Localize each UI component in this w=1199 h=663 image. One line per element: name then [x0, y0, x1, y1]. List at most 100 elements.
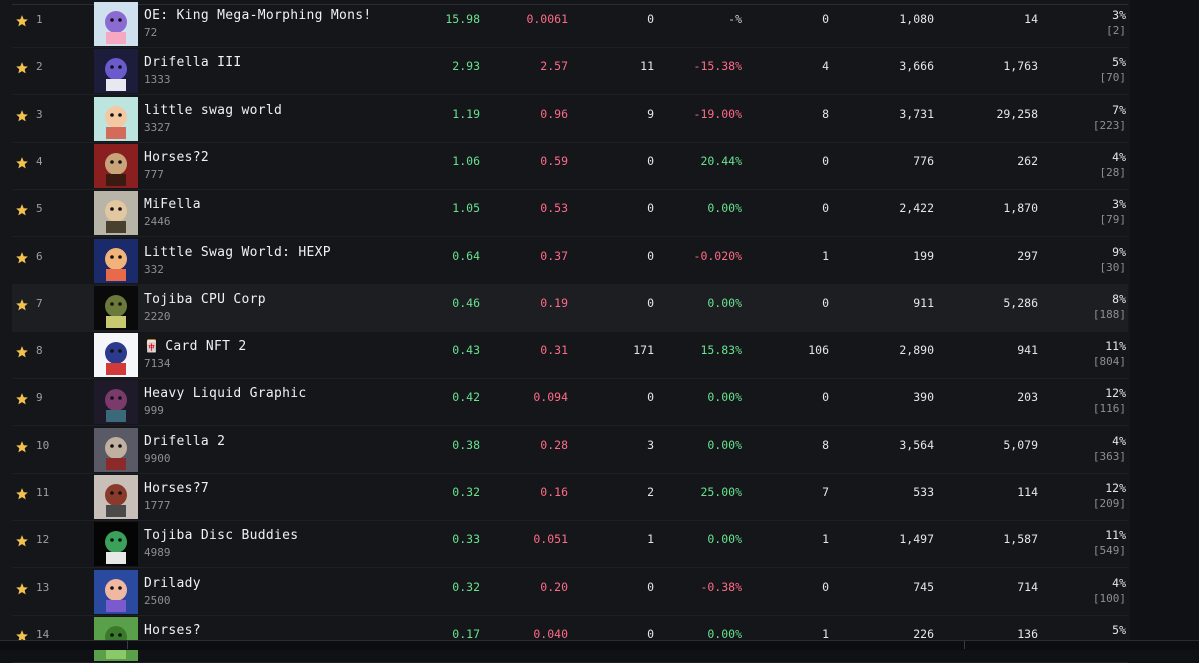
- volume-value: 2.57: [540, 59, 568, 74]
- collection-thumbnail[interactable]: [94, 191, 138, 236]
- collection-name[interactable]: Heavy Liquid Graphic: [144, 386, 307, 401]
- listed-percent-count: [79]: [1099, 213, 1127, 227]
- rank-number: 14: [36, 627, 50, 641]
- volume-value: 0.28: [540, 437, 568, 452]
- favorite-star-icon[interactable]: [15, 14, 29, 28]
- collection-thumbnail[interactable]: [94, 475, 138, 519]
- collection-name[interactable]: Drifella 2: [144, 434, 225, 449]
- favorite-star-icon[interactable]: [15, 109, 29, 123]
- floor-price: 0.33: [452, 532, 480, 547]
- collection-name[interactable]: Drilady: [144, 576, 201, 591]
- table-row[interactable]: 7 Tojiba CPU Corp 2220 0.46 0.19 0 0.00%…: [12, 283, 1128, 332]
- collection-name[interactable]: Horses?2: [144, 150, 209, 165]
- table-row[interactable]: 2 Drifella III 1333 2.93 2.57 11 -15.38%…: [12, 47, 1128, 96]
- holders-count: 1,763: [1003, 59, 1038, 74]
- owners-count: 390: [913, 390, 934, 405]
- collection-name[interactable]: Horses?7: [144, 481, 209, 496]
- listed-count: 0: [822, 579, 829, 594]
- listed-percent-count: [2]: [1106, 24, 1126, 37]
- collection-thumbnail[interactable]: [94, 285, 138, 330]
- collection-thumbnail[interactable]: [94, 616, 138, 661]
- owners-count: 2,422: [899, 201, 934, 216]
- collection-supply: 1777: [144, 499, 171, 512]
- favorite-star-icon[interactable]: [15, 440, 29, 454]
- holders-count: 14: [1024, 12, 1038, 26]
- volume-value: 0.051: [533, 532, 568, 547]
- volume-value: 0.96: [540, 106, 568, 121]
- listed-count: 1: [822, 532, 829, 547]
- collection-name[interactable]: OE: King Mega-Morphing Mons!: [144, 8, 372, 23]
- collection-thumbnail[interactable]: [94, 2, 138, 46]
- listed-count: 7: [822, 485, 829, 499]
- price-change: 0.00%: [707, 437, 742, 452]
- collection-thumbnail[interactable]: [94, 569, 138, 614]
- favorite-star-icon[interactable]: [15, 582, 29, 596]
- table-row[interactable]: 14 Horses? 0.17 0.040 0 0.00% 1 226 136 …: [12, 615, 1128, 663]
- favorite-star-icon[interactable]: [15, 61, 29, 75]
- collection-name-label: Horses?7: [144, 481, 210, 496]
- collection-supply: 3327: [144, 120, 171, 134]
- collection-name[interactable]: 🀄 Card NFT 2: [144, 339, 247, 354]
- table-row[interactable]: 11 Horses?7 1777 0.32 0.16 2 25.00% 7 53…: [12, 473, 1128, 521]
- favorite-star-icon[interactable]: [15, 203, 29, 217]
- table-row[interactable]: 3 little swag world 3327 1.19 0.96 9 -19…: [12, 95, 1128, 143]
- sales-count: 1: [647, 532, 654, 547]
- floor-price: 0.64: [452, 248, 480, 263]
- collection-name[interactable]: Horses?: [144, 623, 201, 638]
- favorite-star-icon[interactable]: [15, 392, 29, 406]
- price-change: 25.00%: [700, 485, 742, 499]
- floor-price: 1.06: [452, 153, 480, 168]
- price-change: -%: [728, 12, 742, 26]
- table-row[interactable]: 5 MiFella 2446 1.05 0.53 0 0.00% 0 2,422…: [12, 189, 1128, 238]
- listed-percent: 3%: [1112, 197, 1126, 212]
- listed-count: 8: [822, 437, 829, 452]
- collection-name-label: Horses?2: [144, 149, 210, 165]
- collection-thumbnail[interactable]: [94, 49, 138, 94]
- favorite-star-icon[interactable]: [15, 487, 29, 501]
- table-row[interactable]: 4 Horses?2 777 1.06 0.59 0 20.44% 0 776 …: [12, 142, 1128, 190]
- volume-value: 0.53: [540, 201, 568, 216]
- collection-thumbnail[interactable]: [94, 238, 138, 283]
- floor-price: 0.32: [452, 579, 480, 594]
- favorite-star-icon[interactable]: [15, 156, 29, 170]
- sales-count: 0: [647, 626, 654, 641]
- holders-count: 1,870: [1003, 201, 1038, 216]
- collection-thumbnail[interactable]: [94, 427, 138, 472]
- collection-thumbnail[interactable]: [94, 380, 138, 425]
- collection-name[interactable]: Tojiba CPU Corp: [144, 292, 266, 307]
- collection-name[interactable]: Little Swag World: HEXP: [144, 245, 331, 260]
- favorite-star-icon[interactable]: [15, 534, 29, 548]
- collection-supply: 72: [144, 26, 158, 39]
- favorite-star-icon[interactable]: [15, 251, 29, 265]
- table-row[interactable]: 9 Heavy Liquid Graphic 999 0.42 0.094 0 …: [12, 378, 1128, 427]
- collection-name-label: Little Swag World: HEXP: [144, 244, 331, 260]
- collection-name[interactable]: little swag world: [144, 103, 282, 118]
- listed-percent: 5%: [1112, 622, 1126, 637]
- table-row[interactable]: 10 Drifella 2 9900 0.38 0.28 3 0.00% 8 3…: [12, 426, 1128, 474]
- listed-count: 1: [822, 248, 829, 263]
- collection-name[interactable]: Tojiba Disc Buddies: [144, 528, 298, 543]
- listed-percent: 5%: [1112, 55, 1126, 70]
- table-row[interactable]: 13 Drilady 2500 0.32 0.20 0 -0.38% 0 745…: [12, 568, 1128, 616]
- collection-name-label: Drifella III: [144, 55, 242, 71]
- table-row[interactable]: 1 OE: King Mega-Morphing Mons! 72 15.98 …: [12, 0, 1128, 48]
- sales-count: 0: [647, 579, 654, 594]
- favorite-star-icon[interactable]: [15, 298, 29, 312]
- collection-thumbnail[interactable]: [94, 143, 138, 188]
- listed-percent: 9%: [1112, 244, 1126, 259]
- table-row[interactable]: 6 Little Swag World: HEXP 332 0.64 0.37 …: [12, 237, 1128, 285]
- collection-thumbnail[interactable]: [94, 96, 138, 141]
- table-row[interactable]: 12 Tojiba Disc Buddies 4989 0.33 0.051 1…: [12, 520, 1128, 569]
- owners-count: 199: [913, 248, 934, 263]
- price-change: -0.38%: [700, 579, 742, 594]
- favorite-star-icon[interactable]: [15, 345, 29, 359]
- collection-name[interactable]: Drifella III: [144, 55, 242, 70]
- collection-thumbnail[interactable]: [94, 333, 138, 378]
- table-row[interactable]: 8 🀄 Card NFT 2 7134 0.43 0.31 171 15.83% …: [12, 331, 1128, 380]
- volume-value: 0.20: [540, 579, 568, 594]
- sales-count: 0: [647, 390, 654, 405]
- rank-number: 2: [36, 60, 43, 74]
- volume-value: 0.19: [540, 295, 568, 310]
- collection-thumbnail[interactable]: [94, 522, 138, 567]
- collection-name[interactable]: MiFella: [144, 197, 201, 212]
